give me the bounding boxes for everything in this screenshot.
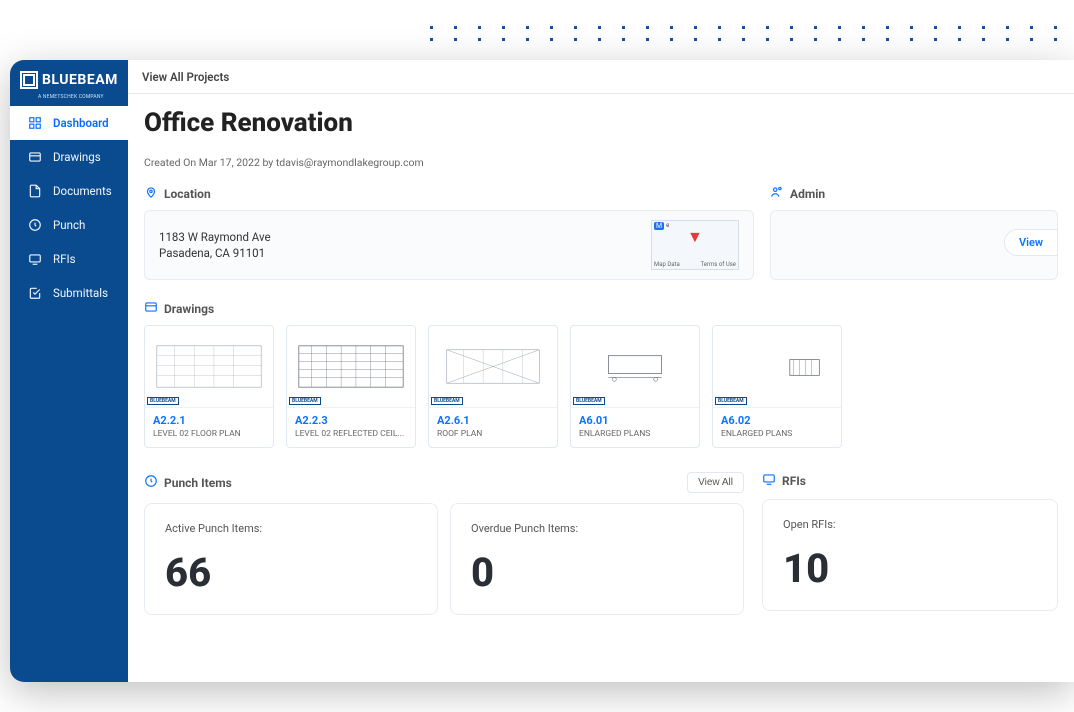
drawings-list: BLUEBEAM A2.2.1 LEVEL 02 FLOOR PLAN BLUE… (144, 325, 1058, 448)
sidebar-label: Drawings (53, 150, 101, 164)
overdue-punch-card: Overdue Punch Items: 0 (450, 503, 744, 615)
stat-value: 0 (471, 549, 723, 596)
stat-value: 66 (165, 549, 417, 596)
sidebar-label: RFIs (53, 252, 76, 266)
bluebeam-watermark: BLUEBEAM (289, 397, 321, 405)
stat-label: Open RFIs: (783, 518, 1037, 531)
sidebar-label: Submittals (53, 286, 108, 300)
logo-icon (20, 71, 38, 89)
rfis-section: RFIs Open RFIs: 10 (762, 472, 1058, 611)
drawing-card[interactable]: BLUEBEAM A2.6.1 ROOF PLAN (428, 325, 558, 448)
drawing-name: ENLARGED PLANS (579, 429, 691, 439)
sidebar-label: Dashboard (53, 116, 109, 130)
sidebar-item-punch[interactable]: Punch (10, 208, 128, 242)
decorative-dots-top (430, 26, 1074, 56)
drawing-card[interactable]: BLUEBEAM A6.01 ENLARGED PLANS (570, 325, 700, 448)
sidebar-label: Punch (53, 218, 85, 232)
admin-view-button[interactable]: View (1004, 229, 1058, 256)
drawing-card[interactable]: BLUEBEAM A2.2.3 LEVEL 02 REFLECTED CEIL.… (286, 325, 416, 448)
drawings-header: Drawings (164, 302, 214, 316)
drawing-code: A2.2.1 (153, 414, 265, 427)
bluebeam-watermark: BLUEBEAM (715, 397, 747, 405)
map-pin-icon: ▼ (687, 227, 703, 247)
sidebar-item-dashboard[interactable]: Dashboard (10, 106, 128, 140)
admin-icon (770, 185, 784, 202)
view-all-projects-link[interactable]: View All Projects (142, 70, 229, 84)
location-header: Location (164, 187, 211, 201)
map-badge: M (654, 222, 664, 230)
sidebar-item-documents[interactable]: Documents (10, 174, 128, 208)
drawings-section-icon (144, 300, 158, 317)
drawing-card[interactable]: BLUEBEAM A6.02 ENLARGED PLANS (712, 325, 842, 448)
admin-card: View (770, 210, 1058, 280)
bluebeam-watermark: BLUEBEAM (431, 397, 463, 405)
drawing-name: ROOF PLAN (437, 429, 549, 439)
dashboard-icon (27, 116, 43, 130)
drawing-thumbnail: BLUEBEAM (713, 326, 841, 408)
location-address: 1183 W Raymond Ave Pasadena, CA 91101 (159, 229, 271, 261)
rfis-icon (27, 252, 43, 266)
sidebar-item-rfis[interactable]: RFIs (10, 242, 128, 276)
sidebar-item-drawings[interactable]: Drawings (10, 140, 128, 174)
map-terms-label: Terms of Use (700, 261, 736, 268)
location-card: 1183 W Raymond Ave Pasadena, CA 91101 Me… (144, 210, 754, 280)
drawings-icon (27, 150, 43, 164)
rfis-section-icon (762, 472, 776, 489)
admin-section: Admin View (770, 185, 1058, 280)
stat-value: 10 (783, 545, 1037, 592)
active-punch-card: Active Punch Items: 66 (144, 503, 438, 615)
main: View All Projects Office Renovation Crea… (128, 60, 1074, 682)
documents-icon (27, 184, 43, 198)
punch-section: Punch Items View All Active Punch Items:… (144, 472, 744, 615)
location-icon (144, 185, 158, 202)
open-rfis-card: Open RFIs: 10 (762, 499, 1058, 611)
admin-header: Admin (790, 187, 825, 201)
drawing-name: LEVEL 02 REFLECTED CEIL... (295, 429, 407, 439)
sidebar: BLUEBEAM A NEMETSCHEK COMPANY Dashboard … (10, 60, 128, 682)
map-thumbnail[interactable]: Me ▼ Map Data Terms of Use (651, 220, 739, 270)
map-data-label: Map Data (654, 261, 680, 268)
topbar: View All Projects (128, 60, 1074, 94)
content: Office Renovation Created On Mar 17, 202… (128, 94, 1074, 682)
punch-view-all-button[interactable]: View All (687, 472, 744, 493)
drawing-name: ENLARGED PLANS (721, 429, 833, 439)
drawing-code: A2.6.1 (437, 414, 549, 427)
address-line1: 1183 W Raymond Ave (159, 229, 271, 245)
bluebeam-watermark: BLUEBEAM (147, 397, 179, 405)
stat-label: Active Punch Items: (165, 522, 417, 535)
drawing-thumbnail: BLUEBEAM (571, 326, 699, 408)
drawing-thumbnail: BLUEBEAM (287, 326, 415, 408)
app-window: BLUEBEAM A NEMETSCHEK COMPANY Dashboard … (10, 60, 1074, 682)
address-line2: Pasadena, CA 91101 (159, 245, 271, 261)
punch-header: Punch Items (164, 476, 232, 490)
brand-logo[interactable]: BLUEBEAM (10, 60, 128, 96)
stat-label: Overdue Punch Items: (471, 522, 723, 535)
rfis-header: RFIs (782, 474, 806, 488)
location-section: Location 1183 W Raymond Ave Pasadena, CA… (144, 185, 754, 280)
drawing-code: A2.2.3 (295, 414, 407, 427)
drawing-card[interactable]: BLUEBEAM A2.2.1 LEVEL 02 FLOOR PLAN (144, 325, 274, 448)
drawing-code: A6.02 (721, 414, 833, 427)
drawing-thumbnail: BLUEBEAM (429, 326, 557, 408)
bluebeam-watermark: BLUEBEAM (573, 397, 605, 405)
drawing-code: A6.01 (579, 414, 691, 427)
sidebar-item-submittals[interactable]: Submittals (10, 276, 128, 310)
punch-section-icon (144, 474, 158, 491)
drawing-name: LEVEL 02 FLOOR PLAN (153, 429, 265, 439)
page-title: Office Renovation (144, 108, 1058, 138)
punch-icon (27, 218, 43, 232)
submittals-icon (27, 286, 43, 300)
brand-name: BLUEBEAM (42, 72, 118, 88)
page-meta: Created On Mar 17, 2022 by tdavis@raymon… (144, 156, 1058, 169)
sidebar-label: Documents (53, 184, 112, 198)
drawings-section: Drawings BLUEBEAM A2.2.1 LEVEL 02 FLOOR … (144, 300, 1058, 448)
brand-subtitle: A NEMETSCHEK COMPANY (10, 94, 128, 106)
drawing-thumbnail: BLUEBEAM (145, 326, 273, 408)
